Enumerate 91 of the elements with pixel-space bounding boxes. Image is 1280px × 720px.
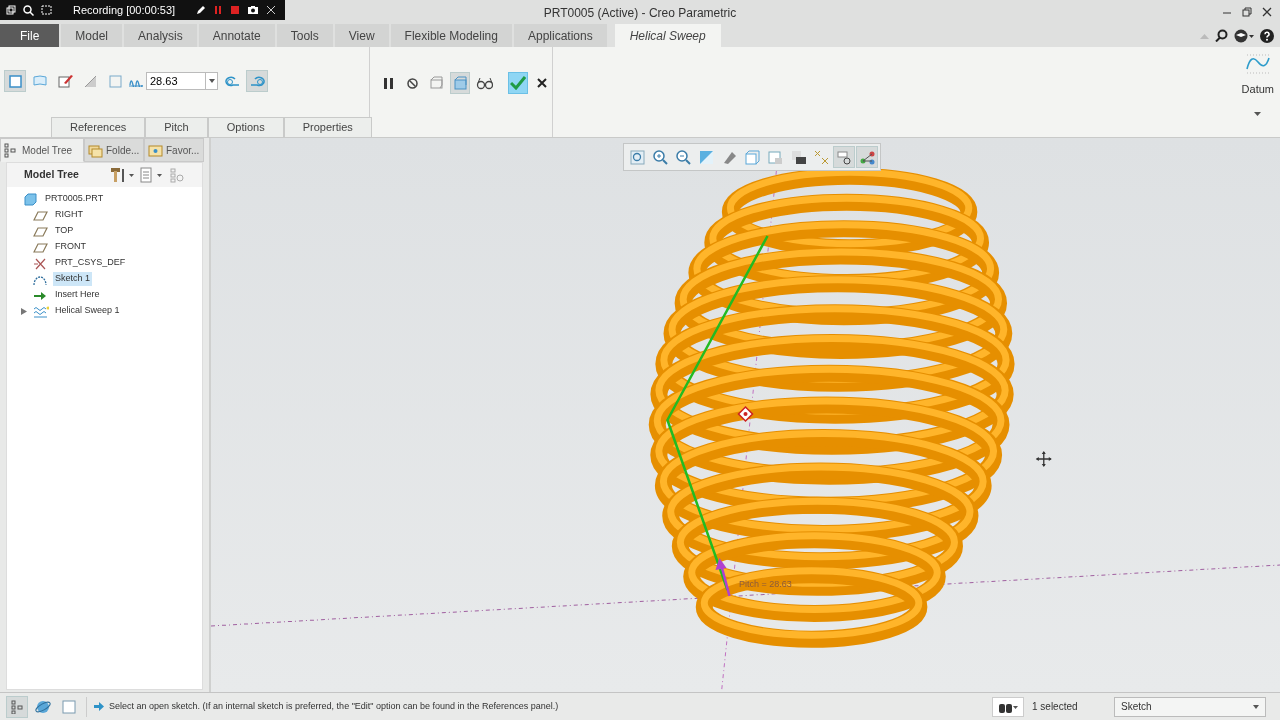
tree-item[interactable]: Sketch 1	[53, 272, 93, 286]
globe-icon	[35, 698, 51, 715]
selection-count: 1 selected	[1032, 700, 1078, 714]
direction-arrow	[715, 558, 731, 597]
search-icon[interactable]	[1215, 29, 1228, 42]
ribbon-tab[interactable]: Annotate	[198, 24, 275, 47]
navigator-tab[interactable]: Favor...	[144, 138, 204, 162]
cube-icon	[6, 72, 24, 90]
close-icon	[537, 78, 547, 88]
zoom-fit-icon	[628, 148, 646, 166]
stop-icon[interactable]	[230, 5, 241, 15]
wireframe-box-icon	[427, 74, 445, 92]
caret-icon	[1253, 704, 1259, 709]
annotation-display-button[interactable]	[833, 146, 855, 168]
pitch-input[interactable]: 28.63	[146, 72, 206, 90]
window-title: PRT0005 (Active) - Creo Parametric	[543, 5, 737, 22]
right-handed-toggle[interactable]	[246, 70, 268, 92]
window-icon	[62, 699, 76, 714]
checkmark-icon	[510, 76, 526, 90]
caret-icon	[208, 79, 215, 83]
shaded-box-icon	[451, 74, 469, 92]
datum-curve-icon[interactable]	[1244, 53, 1271, 75]
tree-item[interactable]: PRT_CSYS_DEF	[53, 256, 128, 270]
dropdown-button[interactable]	[206, 72, 218, 90]
move-cursor-icon	[1035, 451, 1052, 467]
start-point-marker	[737, 405, 754, 423]
ribbon-tab[interactable]: Tools	[276, 24, 333, 47]
recording-label: Recording [00:00:53]	[73, 2, 176, 18]
plane-icon	[33, 224, 49, 238]
ribbon-tab[interactable]: Helical Sweep	[614, 24, 721, 47]
repaint-icon	[697, 148, 715, 166]
tree-item[interactable]: TOP	[53, 224, 76, 238]
graduation-cap-icon[interactable]	[1234, 28, 1254, 43]
camera-icon[interactable]	[247, 5, 260, 15]
pencil-icon[interactable]	[196, 5, 207, 15]
plane-icon	[33, 240, 49, 254]
tools-icon[interactable]	[110, 167, 134, 183]
datum-display-icon	[812, 148, 830, 166]
region-icon[interactable]	[41, 5, 52, 15]
tree-icon	[4, 142, 19, 158]
ribbon-tab[interactable]: Applications	[513, 24, 607, 47]
ribbon-tab[interactable]: Analysis	[124, 24, 197, 47]
help-icon[interactable]	[1260, 28, 1274, 43]
part-icon	[23, 192, 39, 206]
display-style-icon	[743, 148, 761, 166]
thin-icon	[106, 72, 124, 90]
annotation-display-icon	[835, 148, 853, 166]
helix-icon	[33, 304, 49, 318]
sketch-icon	[56, 72, 74, 90]
tree-item[interactable]: FRONT	[53, 240, 88, 254]
panel-title: Model Tree	[24, 167, 80, 183]
tree-item[interactable]: Helical Sweep 1	[53, 304, 122, 318]
navigator-toggle[interactable]	[6, 695, 28, 718]
panel-tab[interactable]: Options	[207, 117, 284, 137]
message-arrow-icon	[93, 701, 105, 712]
ribbon-tab[interactable]: View	[334, 24, 389, 47]
collapsed-icon[interactable]	[21, 307, 27, 315]
close-icon[interactable]	[1262, 7, 1272, 17]
restore-icon[interactable]	[1242, 7, 1252, 17]
favorites-folder-icon	[148, 142, 163, 158]
search-icon[interactable]	[23, 4, 34, 16]
ribbon-tab[interactable]: Flexible Modeling	[390, 24, 512, 47]
caret-icon[interactable]	[1254, 111, 1262, 116]
tree-item[interactable]: RIGHT	[53, 208, 85, 222]
dimension-label: Pitch = 28.63	[739, 578, 792, 591]
zoom-in-icon	[651, 148, 669, 166]
spin-center-button[interactable]	[856, 146, 878, 168]
navigator-tab[interactable]: Model Tree	[0, 138, 84, 162]
saved-views-icon	[766, 148, 784, 166]
file-menu-button[interactable]: File	[0, 24, 60, 47]
panel-tab[interactable]: Pitch	[145, 117, 208, 137]
tree-filter-icon[interactable]	[170, 167, 185, 183]
navigator-tab[interactable]: Folde...	[84, 138, 144, 162]
tree-item[interactable]: Insert Here	[53, 288, 102, 302]
panel-tab[interactable]: Properties	[283, 117, 372, 137]
find-button[interactable]	[992, 696, 1024, 717]
pause-icon[interactable]	[213, 5, 224, 15]
datum-label: Datum	[1241, 82, 1274, 97]
panel-tab[interactable]: References	[51, 117, 146, 137]
windows-icon[interactable]	[6, 5, 16, 15]
ribbon-tab[interactable]: Model	[61, 24, 123, 47]
selection-filter[interactable]: Sketch	[1114, 696, 1266, 717]
tree-item[interactable]: PRT0005.PRT	[43, 192, 106, 206]
solid-toggle[interactable]	[4, 70, 26, 92]
camera-icon	[789, 148, 807, 166]
zoom-out-icon	[674, 148, 692, 166]
status-message: Select an open sketch. (If an internal sketch is preferred, the "Edit" option can be found in the References panel.)	[109, 699, 559, 713]
folders-icon	[88, 142, 103, 158]
show-menu-icon[interactable]	[140, 167, 164, 183]
tree-icon	[11, 699, 23, 714]
plane-icon	[33, 208, 49, 222]
